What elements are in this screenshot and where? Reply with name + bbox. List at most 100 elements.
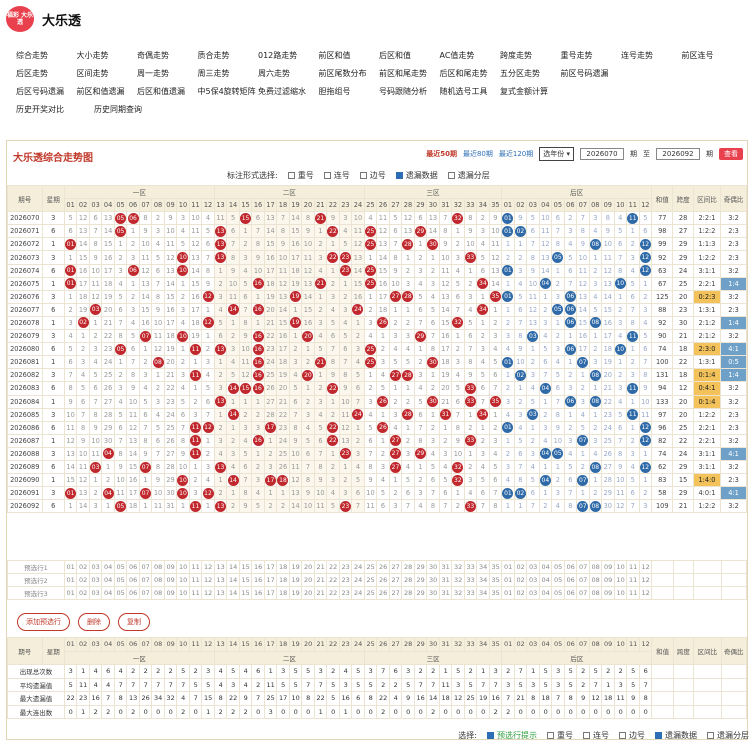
nav-link[interactable]: AC值走势 xyxy=(440,50,501,61)
preselect-back-num[interactable]: 05 xyxy=(551,560,565,574)
preselect-front-num[interactable]: 35 xyxy=(488,560,503,574)
nav-link[interactable]: 重号走势 xyxy=(561,50,622,61)
preselect-front-num[interactable]: 22 xyxy=(326,560,340,574)
preselect-back-num[interactable]: 09 xyxy=(601,586,615,600)
preselect-front-num[interactable]: 29 xyxy=(413,573,428,587)
nav-link[interactable]: 随机选号工具 xyxy=(440,86,501,97)
preselect-front-num[interactable]: 35 xyxy=(488,586,503,600)
preselect-back-num[interactable]: 08 xyxy=(588,573,603,587)
footer-option[interactable]: 连号 xyxy=(583,730,609,741)
preselect-front-num[interactable]: 01 xyxy=(63,586,78,600)
preselect-front-num[interactable]: 33 xyxy=(463,560,478,574)
preselect-back-num[interactable]: 07 xyxy=(576,586,590,600)
preselect-front-num[interactable]: 15 xyxy=(238,586,253,600)
to-issue-input[interactable]: 2026092 xyxy=(656,148,700,160)
preselect-front-num[interactable]: 25 xyxy=(363,573,378,587)
preselect-back-num[interactable]: 09 xyxy=(601,573,615,587)
preselect-front-num[interactable]: 03 xyxy=(88,573,103,587)
preselect-front-num[interactable]: 15 xyxy=(238,560,253,574)
preselect-front-num[interactable]: 26 xyxy=(376,586,390,600)
preselect-front-num[interactable]: 01 xyxy=(63,560,78,574)
nav-link[interactable]: 012路走势 xyxy=(258,50,319,61)
preselect-front-num[interactable]: 34 xyxy=(476,586,490,600)
preselect-front-num[interactable]: 04 xyxy=(101,586,115,600)
recent-120-link[interactable]: 最近120期 xyxy=(499,149,533,159)
preselect-back-num[interactable]: 03 xyxy=(526,573,540,587)
preselect-back-num[interactable]: 11 xyxy=(626,586,640,600)
preselect-front-num[interactable]: 10 xyxy=(176,586,190,600)
nav-link[interactable]: 前区尾数分布 xyxy=(319,68,380,79)
preselect-back-num[interactable]: 10 xyxy=(613,573,628,587)
preselect-front-num[interactable]: 12 xyxy=(201,560,215,574)
preselect-back-num[interactable]: 02 xyxy=(513,586,528,600)
preselect-front-num[interactable]: 31 xyxy=(438,586,453,600)
preselect-front-num[interactable]: 31 xyxy=(438,560,453,574)
preselect-front-num[interactable]: 06 xyxy=(126,586,140,600)
preselect-front-num[interactable]: 05 xyxy=(113,573,128,587)
checkbox-icon[interactable] xyxy=(487,732,494,739)
preselect-back-num[interactable]: 03 xyxy=(526,586,540,600)
preselect-front-num[interactable]: 13 xyxy=(213,573,228,587)
preselect-back-num[interactable]: 12 xyxy=(638,573,653,587)
nav-link[interactable]: 前区和尾走势 xyxy=(379,68,440,79)
mark-option[interactable]: 遗漏分层 xyxy=(447,170,490,181)
mark-option[interactable]: 遗漏数据 xyxy=(395,170,438,181)
preselect-back-num[interactable]: 02 xyxy=(513,560,528,574)
preselect-back-num[interactable]: 11 xyxy=(626,560,640,574)
preselect-front-num[interactable]: 06 xyxy=(126,573,140,587)
preselect-front-num[interactable]: 15 xyxy=(238,573,253,587)
preselect-back-num[interactable]: 02 xyxy=(513,573,528,587)
preselect-front-num[interactable]: 23 xyxy=(338,560,353,574)
nav-link[interactable]: 区间走势 xyxy=(77,68,138,79)
query-button[interactable]: 查看 xyxy=(719,148,743,160)
preselect-front-num[interactable]: 25 xyxy=(363,586,378,600)
footer-option[interactable]: 遗漏数据 xyxy=(655,730,697,741)
preselect-front-num[interactable]: 08 xyxy=(151,573,165,587)
preselect-front-num[interactable]: 34 xyxy=(476,573,490,587)
preselect-front-num[interactable]: 11 xyxy=(188,586,203,600)
recent-80-link[interactable]: 最近80期 xyxy=(463,149,493,159)
add-preselect-button[interactable]: 添加预选行 xyxy=(17,613,70,631)
preselect-front-num[interactable]: 05 xyxy=(113,560,128,574)
footer-option[interactable]: 预选行提示 xyxy=(487,730,537,741)
preselect-back-num[interactable]: 12 xyxy=(638,586,653,600)
preselect-front-num[interactable]: 28 xyxy=(401,586,415,600)
preselect-back-num[interactable]: 05 xyxy=(551,573,565,587)
nav-link[interactable]: 周一走势 xyxy=(137,68,198,79)
preselect-front-num[interactable]: 25 xyxy=(363,560,378,574)
preselect-front-num[interactable]: 18 xyxy=(276,586,290,600)
preselect-front-num[interactable]: 13 xyxy=(213,586,228,600)
nav-link[interactable]: 奇偶走势 xyxy=(137,50,198,61)
preselect-front-num[interactable]: 33 xyxy=(463,586,478,600)
checkbox-icon[interactable] xyxy=(583,732,590,739)
preselect-front-num[interactable]: 27 xyxy=(388,560,403,574)
preselect-front-num[interactable]: 02 xyxy=(76,573,90,587)
nav-link[interactable]: 中5保4旋转矩阵 xyxy=(198,86,259,97)
preselect-front-num[interactable]: 30 xyxy=(426,586,440,600)
recent-50-link[interactable]: 最近50期 xyxy=(426,149,457,159)
checkbox-icon[interactable] xyxy=(547,732,554,739)
nav-link[interactable]: 后区和尾走势 xyxy=(440,68,501,79)
preselect-front-num[interactable]: 09 xyxy=(163,586,178,600)
preselect-back-num[interactable]: 01 xyxy=(501,586,515,600)
nav-link[interactable]: 复式金额计算 xyxy=(500,86,561,97)
preselect-back-num[interactable]: 09 xyxy=(601,560,615,574)
nav-link[interactable]: 前区连号 xyxy=(682,50,743,61)
preselect-front-num[interactable]: 19 xyxy=(288,586,303,600)
nav-link[interactable]: 周三走势 xyxy=(198,68,259,79)
preselect-front-num[interactable]: 27 xyxy=(388,586,403,600)
preselect-back-num[interactable]: 08 xyxy=(588,560,603,574)
nav-link[interactable]: 后区和值 xyxy=(379,50,440,61)
preselect-front-num[interactable]: 29 xyxy=(413,560,428,574)
nav-link[interactable]: 后区和值遗漏 xyxy=(137,86,198,97)
mark-option[interactable]: 边号 xyxy=(359,170,386,181)
checkbox-icon[interactable] xyxy=(619,732,626,739)
preselect-back-num[interactable]: 03 xyxy=(526,560,540,574)
preselect-front-num[interactable]: 14 xyxy=(226,560,240,574)
preselect-back-num[interactable]: 06 xyxy=(563,560,578,574)
preselect-back-num[interactable]: 01 xyxy=(501,573,515,587)
preselect-front-num[interactable]: 24 xyxy=(351,560,365,574)
preselect-back-num[interactable]: 07 xyxy=(576,573,590,587)
nav-link[interactable]: 连号走势 xyxy=(621,50,682,61)
preselect-front-num[interactable]: 14 xyxy=(226,573,240,587)
